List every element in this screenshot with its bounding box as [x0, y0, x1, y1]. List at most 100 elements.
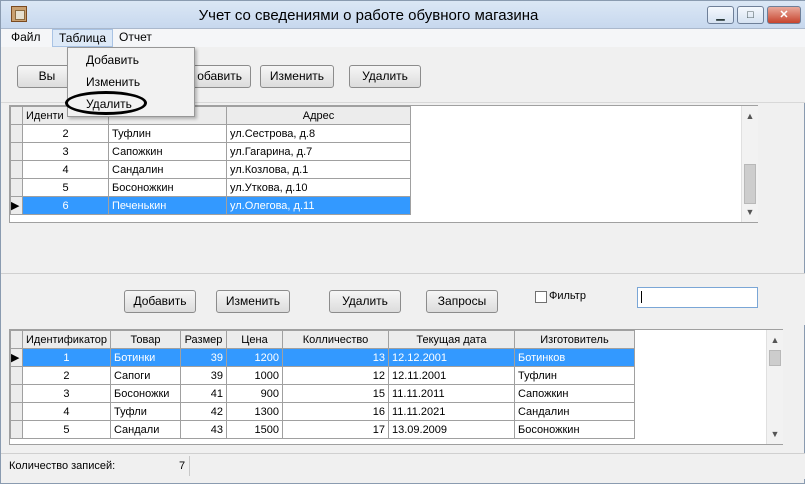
cell-product[interactable]: Босоножки: [109, 384, 181, 403]
table-row[interactable]: 3 Босоножки 41 900 15 11.11.2011 Сапожки…: [10, 384, 635, 403]
scroll-up-icon[interactable]: ▲: [767, 332, 783, 348]
cell-product[interactable]: Сапоги: [109, 366, 181, 385]
cell-id[interactable]: 4: [22, 160, 109, 179]
menu-item-add[interactable]: Добавить: [86, 53, 139, 67]
add-button[interactable]: Добавить: [124, 290, 196, 313]
table-row[interactable]: 2 Туфлин ул.Сестрова, д.8: [10, 124, 411, 143]
scroll-thumb[interactable]: [769, 350, 781, 366]
table-row[interactable]: 4 Туфли 42 1300 16 11.11.2021 Сандалин: [10, 402, 635, 421]
cell-address[interactable]: ул.Сестрова, д.8: [226, 124, 411, 143]
table-row-selected[interactable]: ▶ 6 Печенькин ул.Олегова, д.11: [10, 196, 411, 215]
current-row-arrow-icon: ▶: [10, 196, 23, 215]
cell-address[interactable]: ул.Уткова, д.10: [226, 178, 411, 197]
cell-price[interactable]: 1300: [225, 402, 283, 421]
cell-id[interactable]: 6: [22, 196, 109, 215]
cell-id[interactable]: 5: [22, 178, 109, 197]
cell-id[interactable]: 3: [22, 142, 109, 161]
scroll-down-icon[interactable]: ▼: [767, 426, 783, 442]
cell-price[interactable]: 900: [225, 384, 283, 403]
cell-product[interactable]: Туфли: [109, 402, 181, 421]
cell-id[interactable]: 3: [22, 384, 111, 403]
cell-size[interactable]: 43: [179, 420, 227, 439]
table-row[interactable]: 2 Сапоги 39 1000 12 12.11.2001 Туфлин: [10, 366, 635, 385]
cell-id[interactable]: 2: [22, 366, 111, 385]
cell-maker[interactable]: Ботинков: [513, 348, 635, 367]
table-row-selected[interactable]: ▶ 1 Ботинки 39 1200 13 12.12.2001 Ботинк…: [10, 348, 635, 367]
minimize-button[interactable]: ▁: [707, 6, 734, 24]
cell-size[interactable]: 39: [179, 348, 227, 367]
cell-address[interactable]: ул.Гагарина, д.7: [226, 142, 411, 161]
cell-date[interactable]: 12.11.2001: [387, 366, 515, 385]
table-row[interactable]: 5 Сандали 43 1500 17 13.09.2009 Босоножк…: [10, 420, 635, 439]
menu-item-edit[interactable]: Изменить: [86, 75, 140, 89]
record-count-value: 7: [179, 460, 186, 472]
cell-maker[interactable]: Сапожкин: [513, 384, 635, 403]
filter-input[interactable]: [637, 287, 758, 308]
menu-report[interactable]: Отчет: [113, 29, 158, 47]
cell-size[interactable]: 42: [179, 402, 227, 421]
cell-quantity[interactable]: 12: [281, 366, 389, 385]
cell-maker[interactable]: Сандалин: [513, 402, 635, 421]
delete-button-top[interactable]: Удалить: [349, 65, 421, 88]
cell-name[interactable]: Босоножкин: [108, 178, 227, 197]
queries-button[interactable]: Запросы: [426, 290, 498, 313]
cell-name[interactable]: Печенькин: [108, 196, 227, 215]
cell-product[interactable]: Ботинки: [109, 348, 181, 367]
column-header-address[interactable]: Адрес: [226, 106, 411, 125]
cell-date[interactable]: 12.12.2001: [387, 348, 515, 367]
column-header-maker[interactable]: Изготовитель: [513, 330, 635, 349]
cell-id[interactable]: 2: [22, 124, 109, 143]
customers-scrollbar[interactable]: ▲ ▼: [741, 106, 758, 222]
cell-quantity[interactable]: 15: [281, 384, 389, 403]
cell-price[interactable]: 1500: [225, 420, 283, 439]
cell-price[interactable]: 1200: [225, 348, 283, 367]
menu-table[interactable]: Таблица: [52, 29, 114, 47]
cell-size[interactable]: 39: [179, 366, 227, 385]
highlight-ellipse: [65, 91, 147, 115]
cell-id[interactable]: 5: [22, 420, 111, 439]
cell-date[interactable]: 11.11.2011: [387, 384, 515, 403]
status-bar: Количество записей: 7: [1, 453, 805, 479]
cell-date[interactable]: 11.11.2021: [387, 402, 515, 421]
column-header-date[interactable]: Текущая дата: [387, 330, 515, 349]
column-header-quantity[interactable]: Колличество: [281, 330, 389, 349]
column-header-product[interactable]: Товар: [109, 330, 181, 349]
maximize-button[interactable]: □: [737, 6, 764, 24]
column-header-price[interactable]: Цена: [225, 330, 283, 349]
table-row[interactable]: 3 Сапожкин ул.Гагарина, д.7: [10, 142, 411, 161]
delete-button[interactable]: Удалить: [329, 290, 401, 313]
cell-address[interactable]: ул.Козлова, д.1: [226, 160, 411, 179]
column-header-size[interactable]: Размер: [179, 330, 227, 349]
cell-quantity[interactable]: 17: [281, 420, 389, 439]
customers-grid: Иденти Адрес 2 Туфлин ул.Сестрова, д.8 3…: [9, 105, 758, 223]
edit-button[interactable]: Изменить: [216, 290, 290, 313]
cell-date[interactable]: 13.09.2009: [387, 420, 515, 439]
cell-name[interactable]: Сапожкин: [108, 142, 227, 161]
table-row[interactable]: 4 Сандалин ул.Козлова, д.1: [10, 160, 411, 179]
cell-quantity[interactable]: 16: [281, 402, 389, 421]
cell-name[interactable]: Туфлин: [108, 124, 227, 143]
cell-name[interactable]: Сандалин: [108, 160, 227, 179]
scroll-down-icon[interactable]: ▼: [742, 204, 758, 220]
cell-product[interactable]: Сандали: [109, 420, 181, 439]
cell-maker[interactable]: Туфлин: [513, 366, 635, 385]
menu-file[interactable]: Файл: [5, 29, 47, 47]
record-count-label: Количество записей:: [9, 460, 116, 472]
cell-price[interactable]: 1000: [225, 366, 283, 385]
cell-id[interactable]: 1: [22, 348, 111, 367]
edit-button-top[interactable]: Изменить: [260, 65, 334, 88]
cell-id[interactable]: 4: [22, 402, 111, 421]
cell-address[interactable]: ул.Олегова, д.11: [226, 196, 411, 215]
column-header-id[interactable]: Идентификатор: [22, 330, 111, 349]
scroll-thumb[interactable]: [744, 164, 756, 204]
menu-bar: Файл Таблица Отчет: [1, 29, 805, 47]
cell-maker[interactable]: Босоножкин: [513, 420, 635, 439]
table-row[interactable]: 5 Босоножкин ул.Уткова, д.10: [10, 178, 411, 197]
cell-size[interactable]: 41: [179, 384, 227, 403]
status-divider: [189, 456, 759, 476]
products-scrollbar[interactable]: ▲ ▼: [766, 330, 783, 444]
scroll-up-icon[interactable]: ▲: [742, 108, 758, 124]
cell-quantity[interactable]: 13: [281, 348, 389, 367]
close-button[interactable]: ✕: [767, 6, 801, 24]
filter-checkbox[interactable]: [535, 291, 547, 303]
